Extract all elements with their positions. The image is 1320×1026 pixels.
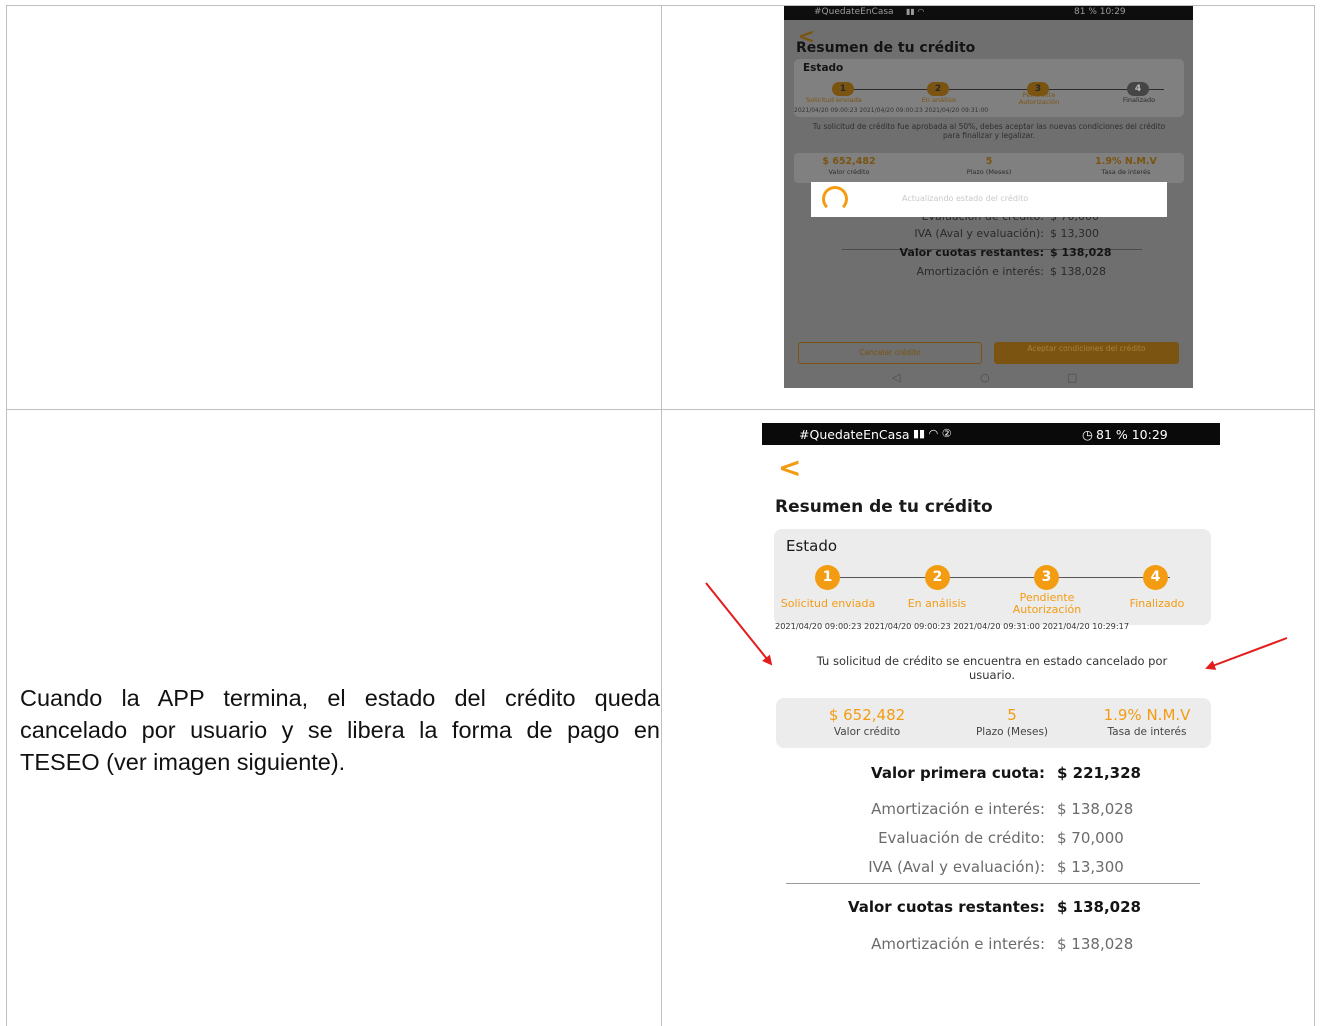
status-bar-time: 81 % 10:29 (1096, 427, 1168, 442)
row-value-iva: $ 13,300 (1057, 858, 1124, 876)
status-bar: #QuedateEnCasa ▮▮ ◠ 81 % 10:29 (784, 6, 1193, 20)
summary-rate-value: 1.9% N.M.V (1103, 706, 1191, 724)
cancel-credit-button[interactable]: Cancelar crédito (798, 342, 982, 364)
step-1-label: Solicitud enviada (780, 597, 876, 610)
screenshot-cancelled: #QuedateEnCasa ▮▮ ◠ ② ◷ 81 % 10:29 < Res… (762, 423, 1220, 1003)
summary-term-value: 5 (1007, 706, 1017, 724)
signal-icon: ▮▮ ◠ ② (913, 427, 952, 440)
step-2-label: En análisis (921, 96, 957, 104)
rows-divider (786, 883, 1200, 884)
step-2-badge: 2 (925, 565, 950, 590)
step-3-label: Pendiente Autorización (1018, 91, 1060, 106)
estado-label: Estado (803, 62, 844, 74)
row-label-iva: IVA (Aval y evaluación): (914, 227, 1044, 240)
loading-spinner-icon (822, 186, 848, 212)
status-bar-time: 81 % 10:29 (1074, 7, 1126, 17)
status-bar: #QuedateEnCasa ▮▮ ◠ ② ◷ 81 % 10:29 (762, 423, 1220, 445)
table-border-right (1314, 5, 1315, 1026)
step-3-label: Pendiente Autorización (1012, 591, 1082, 616)
row-value-amortizacion-1: $ 138,028 (1057, 800, 1134, 818)
step-1-badge: 1 (832, 82, 854, 96)
step-3-badge: 3 (1034, 565, 1059, 590)
nav-home-icon[interactable]: ○ (980, 371, 990, 384)
row-value-evaluacion: $ 70,000 (1057, 829, 1124, 847)
step-4-badge: 4 (1143, 565, 1168, 590)
row-value-iva: $ 13,300 (1050, 227, 1099, 240)
summary-credit-label: Valor crédito (828, 168, 870, 176)
row-value-cuotas: $ 138,028 (1050, 246, 1112, 259)
step-4-label: Finalizado (1129, 597, 1185, 610)
row-label-amortizacion: Amortización e interés: (916, 265, 1044, 278)
row-label-cuotas-restantes: Valor cuotas restantes: (847, 898, 1045, 916)
summary-rate-value: 1.9% N.M.V (1095, 156, 1157, 167)
row-label-evaluacion: Evaluación de crédito: (878, 829, 1045, 847)
summary-rate-label: Tasa de interés (1107, 726, 1187, 738)
loading-dialog-text: Actualizando estado del crédito (902, 194, 1029, 203)
summary-term-label: Plazo (Meses) (966, 168, 1012, 176)
step-dates: 2021/04/20 09:00:23 2021/04/20 09:00:23 … (775, 621, 1130, 631)
row-value-cuotas-restantes: $ 138,028 (1057, 898, 1141, 916)
table-border-center (661, 5, 662, 1026)
step-2-label: En análisis (907, 597, 967, 610)
step-1-label: Solicitud enviada (806, 96, 862, 104)
summary-term-value: 5 (985, 156, 993, 167)
status-message: Tu solicitud de crédito se encuentra en … (816, 654, 1168, 682)
row-value-amortizacion: $ 138,028 (1050, 265, 1106, 278)
screenshot-loading: #QuedateEnCasa ▮▮ ◠ 81 % 10:29 < Resumen… (784, 6, 1193, 388)
row-value-primera-cuota: $ 221,328 (1057, 764, 1141, 782)
row-label-primera-cuota: Valor primera cuota: (871, 764, 1045, 782)
android-nav-bar: ◁ ○ □ (784, 368, 1193, 388)
progress-line (844, 89, 1164, 90)
alarm-icon: ◷ (1082, 427, 1093, 442)
summary-credit-value: $ 652,482 (822, 156, 876, 167)
table-border-left (6, 5, 7, 1026)
status-bar-carrier: #QuedateEnCasa (799, 427, 910, 442)
summary-term-label: Plazo (Meses) (975, 726, 1049, 738)
row-label-cuotas: Valor cuotas restantes: (899, 246, 1045, 259)
row-label-iva: IVA (Aval y evaluación): (868, 858, 1045, 876)
back-chevron-icon[interactable]: < (778, 453, 801, 483)
signal-icon: ▮▮ ◠ (906, 7, 925, 16)
step-dates: 2021/04/20 09:00:23 2021/04/20 09:00:23 … (794, 107, 989, 114)
row-label-amortizacion-1: Amortización e interés: (871, 800, 1045, 818)
summary-rate-label: Tasa de interés (1101, 168, 1151, 176)
step-4-label: Finalizado (1122, 96, 1156, 104)
estado-label: Estado (786, 537, 838, 555)
status-bar-carrier: #QuedateEnCasa (814, 7, 894, 17)
summary-credit-label: Valor crédito (833, 726, 901, 738)
row-label-amortizacion-2: Amortización e interés: (871, 935, 1045, 953)
nav-recents-icon[interactable]: □ (1067, 371, 1077, 384)
progress-line (840, 577, 1170, 578)
page-title: Resumen de tu crédito (775, 497, 993, 517)
description-paragraph: Cuando la APP termina, el estado del cré… (20, 684, 660, 775)
step-2-badge: 2 (927, 82, 949, 96)
row-value-amortizacion-2: $ 138,028 (1057, 935, 1134, 953)
status-message: Tu solicitud de crédito fue aprobada al … (812, 122, 1166, 140)
page-title: Resumen de tu crédito (796, 40, 976, 56)
step-1-badge: 1 (815, 565, 840, 590)
accept-conditions-button[interactable]: Aceptar condiciones del crédito (994, 342, 1179, 364)
step-4-badge: 4 (1127, 82, 1149, 96)
nav-back-icon[interactable]: ◁ (892, 371, 900, 384)
summary-credit-value: $ 652,482 (828, 706, 906, 724)
